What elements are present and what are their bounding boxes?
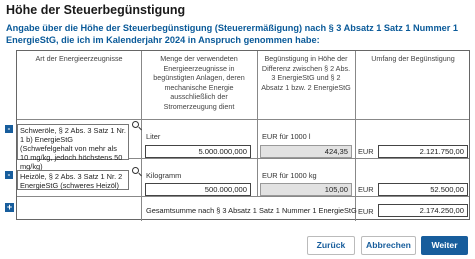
search-icon[interactable] bbox=[132, 121, 139, 128]
quantity-input-row-1[interactable]: 5.000.000,000 bbox=[145, 145, 251, 158]
header-product-type: Art der Energieerzeugnisse bbox=[35, 54, 123, 63]
total-value[interactable]: 2.174.250,00 bbox=[378, 204, 468, 217]
header-quantity: Menge der verwendeten Energieerzeugnisse… bbox=[153, 54, 245, 111]
rate-label: EUR für 1000 kg bbox=[262, 171, 317, 180]
column-divider bbox=[257, 51, 258, 196]
cancel-button[interactable]: Abbrechen bbox=[361, 236, 416, 255]
next-button[interactable]: Weiter bbox=[421, 236, 468, 255]
benefit-value-row-1[interactable]: 2.121.750,00 bbox=[378, 145, 468, 158]
plus-icon: + bbox=[6, 202, 13, 212]
unit-label: Liter bbox=[146, 132, 161, 141]
total-label: Gesamtsumme nach § 3 Absatz 1 Satz 1 Num… bbox=[146, 206, 357, 215]
intro-text: Angabe über die Höhe der Steuerbegünstig… bbox=[6, 23, 458, 45]
back-button[interactable]: Zurück bbox=[307, 236, 355, 255]
header-rate: Begünstigung in Höhe der Differenz zwisc… bbox=[261, 54, 351, 92]
row-divider bbox=[17, 119, 469, 120]
add-row-button[interactable]: + bbox=[5, 203, 14, 212]
currency-label: EUR bbox=[358, 147, 374, 156]
quantity-input-row-2[interactable]: 500.000,000 bbox=[145, 183, 251, 196]
search-icon[interactable] bbox=[132, 167, 139, 174]
product-select-row-2[interactable]: Heizöle, § 2 Abs. 3 Satz 1 Nr. 2 Energie… bbox=[17, 170, 129, 190]
product-label: Heizöle, § 2 Abs. 3 Satz 1 Nr. 2 Energie… bbox=[20, 172, 123, 190]
remove-row-button[interactable]: - bbox=[5, 125, 13, 133]
rate-label: EUR für 1000 l bbox=[262, 132, 311, 141]
remove-row-button[interactable]: - bbox=[5, 171, 13, 179]
unit-label: Kilogramm bbox=[146, 171, 182, 180]
row-divider bbox=[17, 196, 469, 197]
currency-label: EUR bbox=[358, 185, 374, 194]
currency-label: EUR bbox=[358, 207, 374, 216]
rate-value-row-2: 105,00 bbox=[260, 183, 352, 196]
minus-icon: - bbox=[7, 124, 11, 133]
product-select-row-1[interactable]: Schweröle, § 2 Abs. 3 Satz 1 Nr. 1 b) En… bbox=[17, 124, 129, 171]
rate-value-row-1: 424,35 bbox=[260, 145, 352, 158]
minus-icon: - bbox=[7, 170, 11, 179]
header-benefit-amount: Umfang der Begünstigung bbox=[371, 54, 455, 63]
page-title: Höhe der Steuerbegünstigung bbox=[6, 3, 186, 17]
benefit-value-row-2[interactable]: 52.500,00 bbox=[378, 183, 468, 196]
